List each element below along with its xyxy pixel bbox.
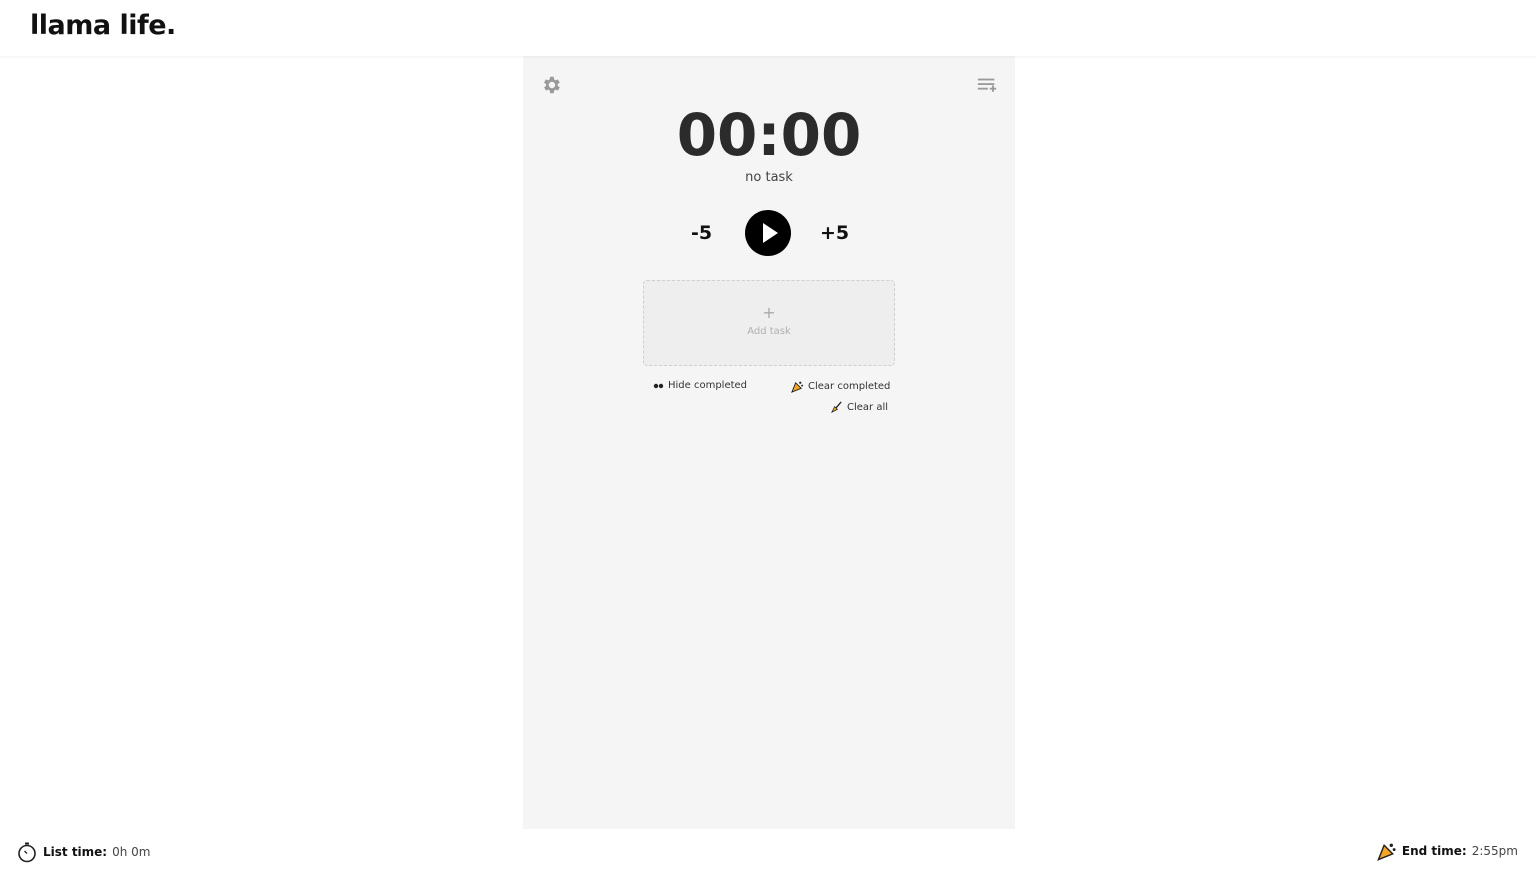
- app-logo[interactable]: llama life.: [30, 10, 176, 41]
- play-icon: [763, 223, 778, 243]
- clear-all-button[interactable]: Clear all: [830, 401, 888, 414]
- hide-completed-button[interactable]: Hide completed: [653, 380, 747, 391]
- app-footer: List time: 0h 0m End time: 2:55pm: [0, 829, 1536, 874]
- list-time-label: List time:: [43, 845, 108, 859]
- plus-five-button[interactable]: +5: [820, 222, 849, 244]
- gear-icon[interactable]: [540, 74, 562, 96]
- clear-completed-label: Clear completed: [808, 381, 891, 392]
- current-task-name: no task: [745, 170, 793, 185]
- timer-controls: -5 +5: [523, 210, 1015, 258]
- list-time: List time: 0h 0m: [16, 841, 151, 863]
- add-task-label: Add task: [747, 326, 791, 337]
- end-time-value: 2:55pm: [1471, 844, 1518, 858]
- broom-icon: [831, 401, 842, 413]
- app-header: llama life.: [0, 0, 1536, 56]
- end-time: End time: 2:55pm: [1377, 841, 1518, 861]
- clear-all-label: Clear all: [847, 402, 889, 413]
- minus-five-button[interactable]: -5: [691, 222, 712, 244]
- timer-display: 00:00: [676, 101, 862, 169]
- party-popper-icon: [791, 381, 804, 393]
- hide-completed-label: Hide completed: [668, 380, 748, 391]
- eyes-icon: [653, 383, 664, 388]
- playlist-add-icon[interactable]: [976, 74, 998, 96]
- add-plus-icon: +: [762, 303, 776, 322]
- timer-panel: 00:00 no task -5 +5 + Add task Hide comp…: [523, 56, 1015, 829]
- clear-completed-button[interactable]: Clear completed: [791, 380, 890, 393]
- end-time-label: End time:: [1401, 844, 1467, 858]
- list-time-value: 0h 0m: [112, 845, 151, 859]
- play-button[interactable]: [745, 210, 791, 256]
- add-task-button[interactable]: + Add task: [643, 280, 895, 366]
- party-popper-icon: [1377, 843, 1396, 861]
- stopwatch-icon: [18, 842, 36, 863]
